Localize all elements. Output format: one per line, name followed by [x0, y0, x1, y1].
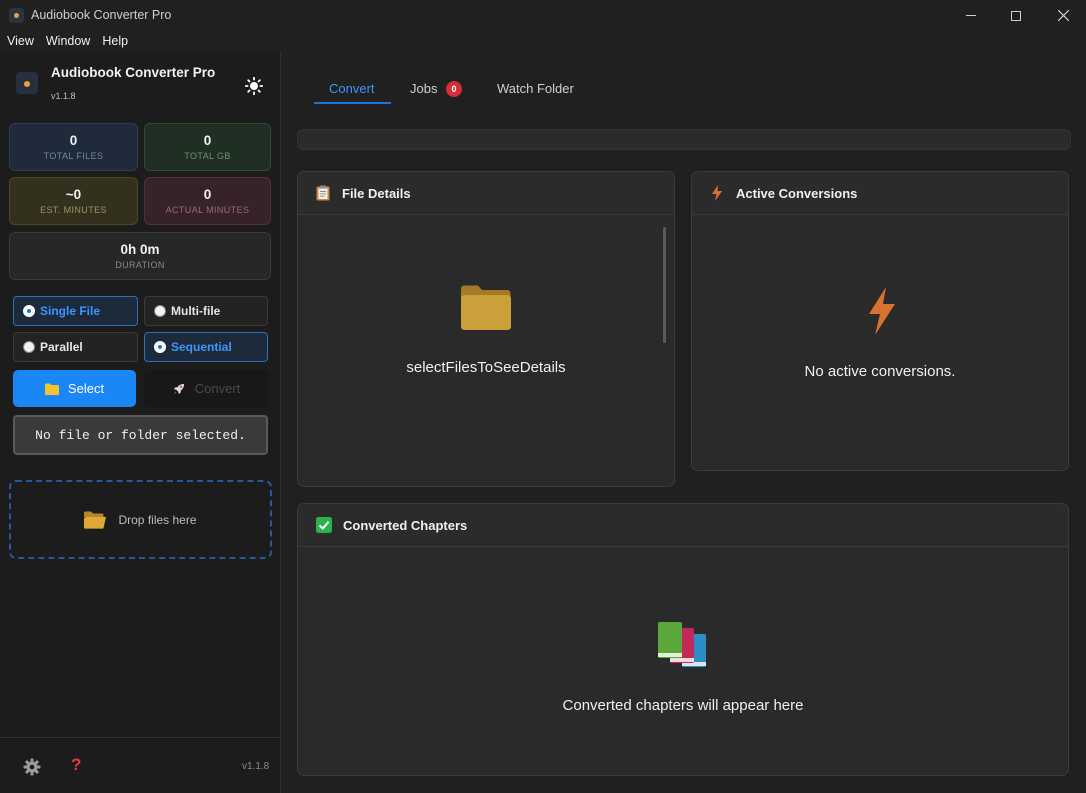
- lightning-icon: [869, 287, 895, 335]
- convert-button[interactable]: Convert: [144, 370, 268, 407]
- file-details-header: File Details: [298, 172, 674, 215]
- tab-convert[interactable]: Convert: [329, 81, 375, 96]
- stat-est-minutes-value: ~0: [65, 187, 82, 202]
- sequential-label: Sequential: [171, 340, 232, 354]
- minimize-icon: [966, 15, 976, 16]
- active-conversions-empty-message: No active conversions.: [804, 363, 956, 380]
- folder-icon: [44, 383, 59, 395]
- clipboard-icon: [316, 185, 330, 201]
- menu-window[interactable]: Window: [46, 34, 90, 48]
- select-button-label: Select: [67, 381, 105, 396]
- stat-actual-minutes-value: 0: [203, 187, 212, 202]
- stat-total-gb-label: TOTAL GB: [184, 151, 231, 161]
- stat-actual-minutes: 0 ACTUAL MINUTES: [144, 177, 271, 225]
- rocket-icon: [173, 383, 184, 394]
- radio-selected-icon: [23, 305, 35, 317]
- sequential-radio[interactable]: Sequential: [144, 332, 268, 362]
- multi-file-label: Multi-file: [171, 304, 221, 318]
- select-button[interactable]: Select: [13, 370, 136, 407]
- file-details-title: File Details: [342, 185, 411, 201]
- drop-zone[interactable]: Drop files here: [9, 480, 272, 559]
- stat-duration: 0h 0m DURATION: [9, 232, 271, 280]
- stat-total-gb-value: 0: [203, 133, 212, 148]
- checkbox-checked-icon: [316, 517, 332, 533]
- active-conversions-header: Active Conversions: [692, 172, 1068, 215]
- radio-unselected-icon: [154, 305, 166, 317]
- menu-bar: View Window Help: [0, 31, 1086, 51]
- single-file-label: Single File: [40, 304, 101, 318]
- sidebar: Audiobook Converter Pro v1.1.8 0 TOTAL F…: [0, 51, 281, 793]
- maximize-button[interactable]: [993, 0, 1039, 31]
- open-folder-icon: [84, 511, 107, 529]
- help-question-icon[interactable]: ?: [71, 755, 81, 775]
- lightning-icon: [712, 185, 722, 201]
- file-details-panel: File Details selectFilesToSeeDetails: [297, 171, 675, 487]
- drop-zone-label: Drop files here: [118, 512, 197, 527]
- overall-progress-bar: [297, 129, 1071, 150]
- window-title: Audiobook Converter Pro: [31, 8, 172, 22]
- active-conversions-title: Active Conversions: [736, 185, 858, 201]
- radio-unselected-icon: [23, 341, 35, 353]
- stat-total-gb: 0 TOTAL GB: [144, 123, 271, 171]
- tab-jobs[interactable]: Jobs: [410, 81, 437, 96]
- tab-watch-folder[interactable]: Watch Folder: [497, 81, 574, 96]
- books-icon: [658, 622, 706, 667]
- parallel-label: Parallel: [40, 340, 83, 354]
- footer-version: v1.1.8: [242, 761, 270, 772]
- active-tab-indicator: [314, 102, 391, 104]
- converted-chapters-panel: Converted Chapters Converted chapters wi…: [297, 503, 1069, 776]
- stat-total-files-label: TOTAL FILES: [43, 151, 104, 161]
- sidebar-footer: ? v1.1.8: [0, 737, 280, 793]
- file-details-empty-message: selectFilesToSeeDetails: [406, 359, 566, 376]
- stat-duration-value: 0h 0m: [120, 242, 160, 257]
- minimize-button[interactable]: [948, 0, 994, 31]
- title-bar: Audiobook Converter Pro: [0, 0, 1086, 31]
- brand-version: v1.1.8: [51, 91, 76, 101]
- converted-chapters-title: Converted Chapters: [343, 517, 468, 533]
- menu-view[interactable]: View: [7, 34, 34, 48]
- stat-duration-label: DURATION: [115, 260, 165, 270]
- selection-status: No file or folder selected.: [13, 415, 268, 455]
- file-details-scrollbar[interactable]: [663, 227, 666, 343]
- parallel-radio[interactable]: Parallel: [13, 332, 138, 362]
- stat-est-minutes-label: EST. MINUTES: [40, 205, 107, 215]
- converted-chapters-header: Converted Chapters: [298, 504, 1068, 547]
- app-window: Audiobook Converter Pro View Window Help…: [0, 0, 1086, 793]
- radio-selected-icon: [154, 341, 166, 353]
- jobs-count-badge: 0: [446, 81, 462, 97]
- main-content: Convert Jobs 0 Watch Folder File Details: [282, 51, 1086, 793]
- app-icon: [9, 8, 24, 23]
- stat-actual-minutes-label: ACTUAL MINUTES: [165, 205, 250, 215]
- active-conversions-panel: Active Conversions No active conversions…: [691, 171, 1069, 471]
- multi-file-radio[interactable]: Multi-file: [144, 296, 268, 326]
- stat-total-files-value: 0: [69, 133, 78, 148]
- settings-gear-icon[interactable]: [23, 758, 41, 776]
- menu-help[interactable]: Help: [102, 34, 128, 48]
- single-file-radio[interactable]: Single File: [13, 296, 138, 326]
- close-button[interactable]: [1040, 0, 1086, 31]
- brand-logo: [16, 72, 38, 94]
- brand-name: Audiobook Converter Pro: [51, 65, 216, 80]
- convert-button-label: Convert: [194, 381, 241, 396]
- stat-est-minutes: ~0 EST. MINUTES: [9, 177, 138, 225]
- converted-chapters-empty-message: Converted chapters will appear here: [562, 697, 804, 714]
- theme-toggle-sun-icon[interactable]: [245, 77, 263, 95]
- maximize-icon: [1011, 10, 1021, 21]
- folder-icon: [461, 285, 511, 330]
- close-icon: [1057, 10, 1069, 21]
- stat-total-files: 0 TOTAL FILES: [9, 123, 138, 171]
